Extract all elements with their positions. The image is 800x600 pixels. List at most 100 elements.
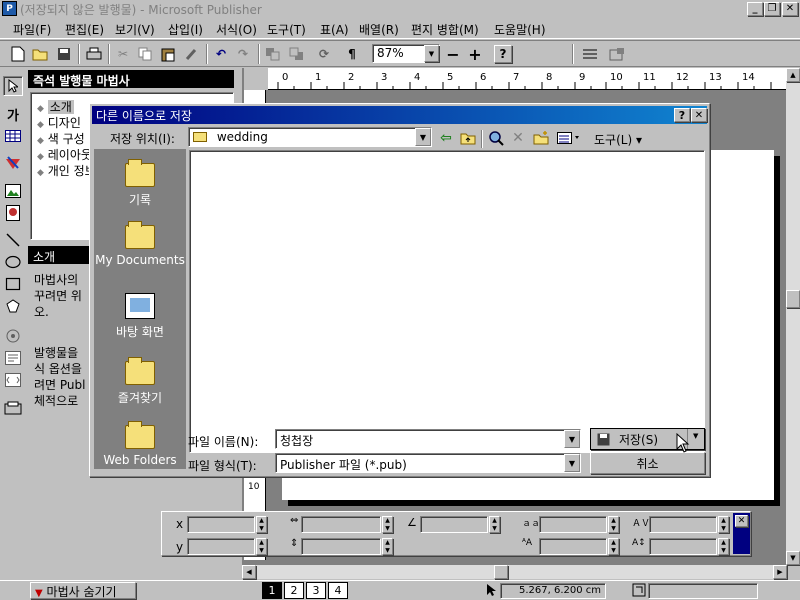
width-spinner-icon[interactable]: ▲ ▼ bbox=[382, 516, 393, 533]
menu-file[interactable]: 파일(F) bbox=[13, 21, 51, 38]
save-disk-icon[interactable] bbox=[54, 44, 74, 64]
print-icon[interactable] bbox=[84, 44, 104, 64]
scroll-down-icon[interactable]: ▼ bbox=[786, 551, 800, 565]
new-file-icon[interactable] bbox=[8, 44, 28, 64]
line-spacing-spinner-icon[interactable]: ▲ ▼ bbox=[718, 538, 729, 555]
zoom-in-button[interactable]: + bbox=[465, 44, 485, 64]
bring-to-front-icon[interactable] bbox=[263, 44, 283, 64]
picture-frame-icon[interactable] bbox=[3, 181, 23, 201]
line-tool-icon[interactable] bbox=[3, 230, 23, 250]
list-item[interactable]: ◆ 색 구성 bbox=[37, 130, 85, 147]
copy-icon[interactable] bbox=[135, 44, 155, 64]
menu-help[interactable]: 도움말(H) bbox=[494, 21, 546, 38]
zoom-out-button[interactable]: − bbox=[443, 44, 463, 64]
line-spacing-field[interactable] bbox=[649, 538, 717, 555]
tracking-spinner-icon[interactable]: ▲ ▼ bbox=[608, 516, 619, 533]
page-4-tab[interactable]: 4 bbox=[328, 582, 348, 599]
kerning-field[interactable] bbox=[649, 516, 717, 533]
cancel-button[interactable]: 취소 bbox=[590, 452, 705, 474]
dialog-title-bar[interactable]: 다른 이름으로 저장 ? ✕ bbox=[92, 106, 707, 124]
file-list[interactable] bbox=[189, 150, 705, 453]
hotspot-icon[interactable] bbox=[3, 326, 23, 346]
table-frame-icon[interactable] bbox=[3, 126, 23, 146]
chevron-down-icon[interactable]: ▼ bbox=[424, 45, 439, 62]
menu-table[interactable]: 표(A) bbox=[320, 21, 349, 38]
y-spinner-icon[interactable]: ▲ ▼ bbox=[256, 538, 267, 555]
vertical-scroll-thumb[interactable] bbox=[786, 290, 800, 308]
dialog-help-button[interactable]: ? bbox=[674, 108, 690, 122]
save-location-combo[interactable]: wedding ▼ bbox=[188, 127, 432, 147]
vertical-scrollbar[interactable]: ▲ ▼ bbox=[786, 68, 800, 565]
open-folder-icon[interactable] bbox=[30, 44, 50, 64]
up-folder-icon[interactable] bbox=[458, 128, 478, 148]
list-item[interactable]: ◆ 레이아웃 bbox=[37, 146, 92, 163]
close-button[interactable]: ✕ bbox=[782, 2, 798, 16]
menu-insert[interactable]: 삽입(I) bbox=[168, 21, 203, 38]
x-position-field[interactable] bbox=[187, 516, 255, 533]
web-folders-place[interactable]: Web Folders bbox=[94, 421, 186, 467]
format-painter-icon[interactable] bbox=[182, 44, 202, 64]
back-arrow-icon[interactable]: ⇦ bbox=[436, 128, 456, 148]
width-field[interactable] bbox=[301, 516, 381, 533]
height-spinner-icon[interactable]: ▲ ▼ bbox=[382, 538, 393, 555]
x-spinner-icon[interactable]: ▲ ▼ bbox=[256, 516, 267, 533]
form-control-icon[interactable] bbox=[3, 348, 23, 368]
menu-view[interactable]: 보기(V) bbox=[115, 21, 155, 38]
horizontal-ruler[interactable]: 0 1 2 3 4 5 6 7 8 9 10 11 12 13 14 bbox=[268, 68, 788, 90]
horizontal-scrollbar[interactable]: ◀ ▶ bbox=[242, 565, 787, 579]
rectangle-tool-icon[interactable] bbox=[3, 274, 23, 294]
rotation-spinner-icon[interactable]: ▲ ▼ bbox=[489, 516, 500, 533]
menu-tools[interactable]: 도구(T) bbox=[267, 21, 306, 38]
kerning-spinner-icon[interactable]: ▲ ▼ bbox=[718, 516, 729, 533]
cut-scissors-icon[interactable]: ✂ bbox=[113, 44, 133, 64]
publisher-app-icon[interactable]: P bbox=[2, 1, 17, 16]
horizontal-scroll-thumb[interactable] bbox=[494, 565, 508, 579]
scroll-up-icon[interactable]: ▲ bbox=[786, 68, 800, 82]
page-1-tab[interactable]: 1 bbox=[262, 582, 282, 599]
history-place[interactable]: 기록 bbox=[94, 159, 186, 208]
chevron-down-icon[interactable]: ▼ bbox=[693, 432, 698, 440]
properties-icon[interactable] bbox=[607, 44, 627, 64]
scaling-spinner-icon[interactable]: ▲ ▼ bbox=[608, 538, 619, 555]
file-name-input[interactable]: 청첩장 ▼ bbox=[275, 429, 581, 449]
scaling-field[interactable] bbox=[539, 538, 607, 555]
wordart-icon[interactable] bbox=[3, 153, 23, 173]
dialog-close-button[interactable]: ✕ bbox=[691, 108, 707, 122]
page-2-tab[interactable]: 2 bbox=[284, 582, 304, 599]
text-frame-tool[interactable]: 가 bbox=[3, 104, 23, 124]
delete-x-icon[interactable]: ✕ bbox=[508, 128, 528, 148]
chevron-down-icon[interactable]: ▼ bbox=[564, 454, 580, 472]
menu-arrange[interactable]: 배열(R) bbox=[359, 21, 399, 38]
undo-icon[interactable]: ↶ bbox=[211, 44, 231, 64]
menu-mail-merge[interactable]: 편지 병합(M) bbox=[411, 21, 479, 38]
new-folder-icon[interactable] bbox=[531, 128, 551, 148]
chevron-down-icon[interactable]: ▼ bbox=[415, 128, 431, 146]
file-type-select[interactable]: Publisher 파일 (*.pub) ▼ bbox=[275, 453, 581, 473]
pilcrow-icon[interactable]: ¶ bbox=[342, 44, 362, 64]
rotate-icon[interactable]: ⟳ bbox=[314, 44, 334, 64]
views-icon[interactable] bbox=[555, 128, 583, 148]
list-item[interactable]: ◆ 개인 정보 bbox=[37, 162, 96, 179]
page-3-tab[interactable]: 3 bbox=[306, 582, 326, 599]
tracking-field[interactable] bbox=[539, 516, 607, 533]
toolbar-titlebar[interactable]: ✕ bbox=[733, 513, 750, 554]
ruler-corner[interactable] bbox=[244, 68, 268, 90]
list-item[interactable]: ◆ 소개 bbox=[37, 98, 74, 115]
minimize-button[interactable]: _ bbox=[747, 2, 763, 16]
redo-icon[interactable]: ↷ bbox=[233, 44, 253, 64]
hide-wizard-button[interactable]: ▼ 마법사 숨기기 bbox=[30, 582, 136, 599]
menu-format[interactable]: 서식(O) bbox=[216, 21, 257, 38]
paste-clipboard-icon[interactable] bbox=[158, 44, 178, 64]
send-to-back-icon[interactable] bbox=[287, 44, 307, 64]
oval-tool-icon[interactable] bbox=[3, 252, 23, 272]
desktop-place[interactable]: 바탕 화면 bbox=[94, 293, 186, 340]
tools-menu[interactable]: 도구(L) ▾ bbox=[594, 131, 642, 148]
scroll-right-icon[interactable]: ▶ bbox=[773, 565, 787, 579]
pointer-arrow-icon[interactable] bbox=[3, 76, 23, 96]
menu-edit[interactable]: 편집(E) bbox=[65, 21, 104, 38]
y-position-field[interactable] bbox=[187, 538, 255, 555]
help-question-icon[interactable]: ? bbox=[494, 45, 512, 63]
clipart-icon[interactable] bbox=[3, 203, 23, 223]
zoom-combo[interactable]: 87% ▼ bbox=[372, 44, 440, 63]
align-lines-icon[interactable] bbox=[580, 44, 600, 64]
